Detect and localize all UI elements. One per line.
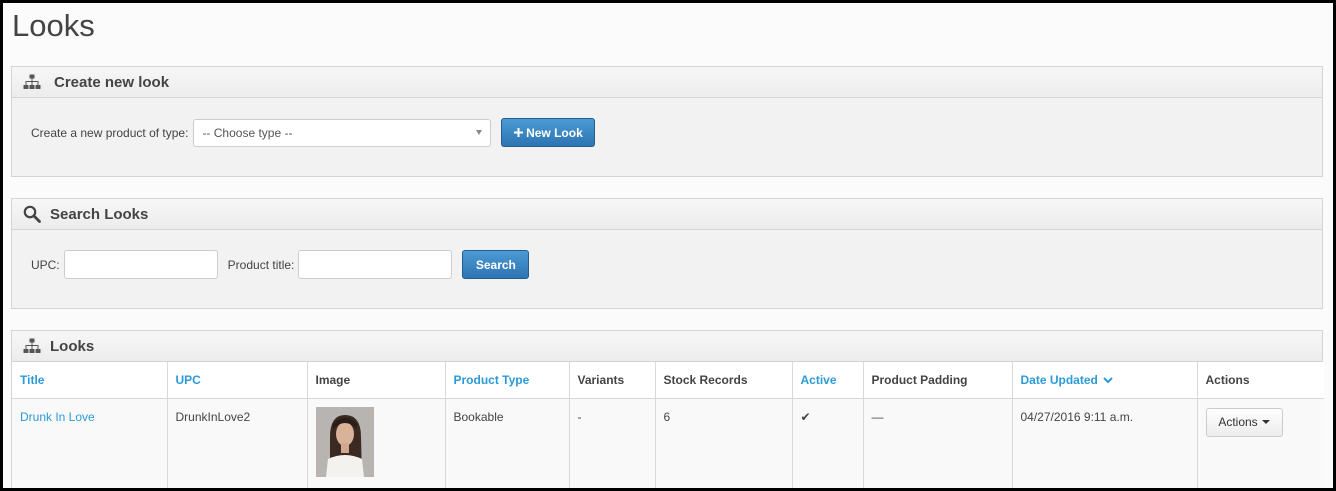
search-looks-form: UPC: Product title: Search bbox=[31, 250, 530, 279]
sitemap-icon bbox=[22, 337, 42, 355]
cell-product-padding: — bbox=[863, 398, 1013, 488]
cell-title: Drunk In Love bbox=[12, 398, 168, 488]
looks-heading: Looks bbox=[50, 337, 95, 355]
column-header-variants: Variants bbox=[569, 362, 656, 399]
column-header-title[interactable]: Title bbox=[12, 362, 168, 399]
looks-panel: Looks Title UPC Image Product Type Varia… bbox=[11, 330, 1324, 488]
table-row: Drunk In Love DrunkInLove2 Bookable - 6 … bbox=[12, 398, 1324, 488]
product-title-label: Product title: bbox=[227, 257, 295, 272]
column-header-image: Image bbox=[307, 362, 446, 399]
looks-panel-header: Looks bbox=[12, 331, 1322, 362]
cell-stock-records: 6 bbox=[655, 398, 793, 488]
cell-actions: Actions bbox=[1197, 398, 1324, 488]
cell-upc: DrunkInLove2 bbox=[167, 398, 308, 488]
column-header-upc[interactable]: UPC bbox=[167, 362, 308, 399]
chevron-down-icon bbox=[476, 130, 483, 135]
product-type-label: Create a new product of type: bbox=[31, 125, 189, 140]
create-look-form: Create a new product of type: -- Choose … bbox=[31, 118, 596, 147]
column-header-active[interactable]: Active bbox=[792, 362, 864, 399]
cell-image bbox=[307, 398, 446, 488]
sitemap-icon bbox=[22, 73, 42, 91]
new-look-button-label: New Look bbox=[526, 125, 583, 140]
new-look-button[interactable]: New Look bbox=[501, 118, 596, 147]
search-looks-panel: Search Looks UPC: Product title: Search bbox=[11, 198, 1323, 309]
column-header-date-updated[interactable]: Date Updated bbox=[1012, 362, 1198, 399]
column-header-stock-records: Stock Records bbox=[655, 362, 793, 399]
column-header-actions: Actions bbox=[1197, 362, 1324, 399]
chevron-down-icon bbox=[1103, 377, 1113, 384]
look-title-link[interactable]: Drunk In Love bbox=[20, 410, 95, 424]
product-type-select[interactable]: -- Choose type -- bbox=[193, 118, 492, 147]
cell-date-updated: 04/27/2016 9:11 a.m. bbox=[1012, 398, 1198, 488]
product-type-select-value: -- Choose type -- bbox=[202, 125, 293, 140]
page-title: Looks bbox=[12, 8, 95, 43]
search-button[interactable]: Search bbox=[462, 250, 530, 279]
search-button-label: Search bbox=[475, 257, 516, 272]
cell-product-type: Bookable bbox=[445, 398, 570, 488]
search-looks-panel-header: Search Looks bbox=[12, 199, 1322, 230]
looks-table: Title UPC Image Product Type Variants St… bbox=[12, 362, 1324, 488]
search-icon bbox=[22, 205, 42, 223]
cell-variants: - bbox=[569, 398, 656, 488]
page: Looks Create new look Create a new produ… bbox=[3, 3, 1333, 488]
upc-input[interactable] bbox=[63, 250, 218, 279]
column-header-product-padding: Product Padding bbox=[863, 362, 1013, 399]
product-title-input[interactable] bbox=[298, 250, 453, 279]
search-looks-heading: Search Looks bbox=[50, 205, 149, 223]
caret-down-icon bbox=[1261, 420, 1270, 424]
column-header-product-type[interactable]: Product Type bbox=[445, 362, 570, 399]
product-thumbnail[interactable] bbox=[315, 406, 374, 477]
actions-dropdown-button[interactable]: Actions bbox=[1205, 407, 1283, 437]
create-look-panel-header: Create new look bbox=[12, 67, 1322, 98]
upc-label: UPC: bbox=[31, 257, 60, 272]
plus-icon bbox=[514, 128, 524, 137]
cell-active: ✔ bbox=[792, 398, 864, 488]
create-look-heading: Create new look bbox=[54, 73, 170, 91]
actions-button-label: Actions bbox=[1218, 415, 1258, 429]
table-header-row: Title UPC Image Product Type Variants St… bbox=[12, 362, 1324, 399]
create-look-panel: Create new look Create a new product of … bbox=[11, 66, 1323, 177]
